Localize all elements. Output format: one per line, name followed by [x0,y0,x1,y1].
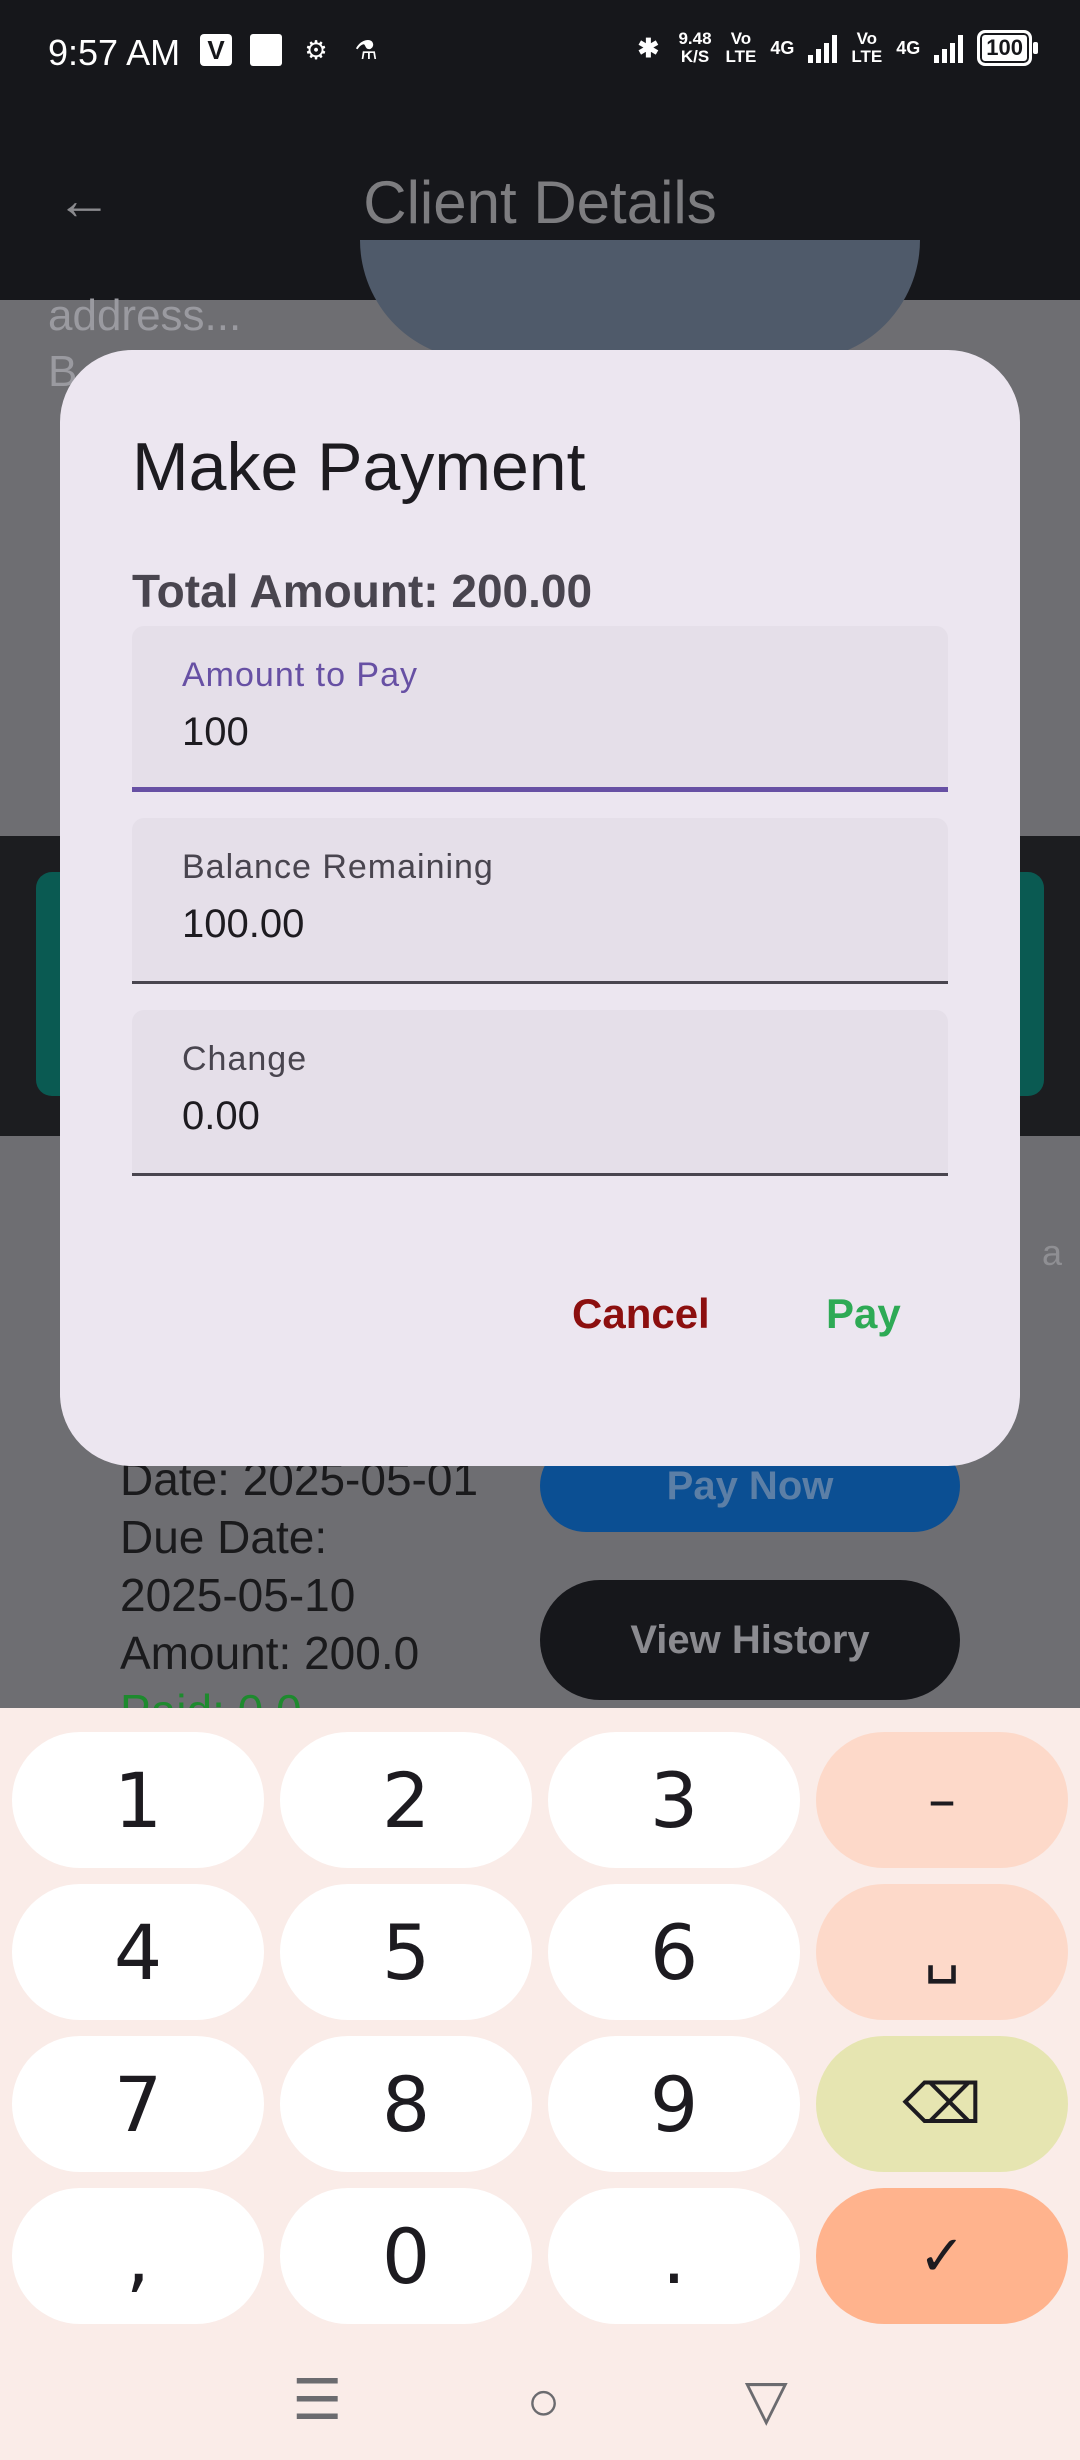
bluetooth-icon: ✱ [637,32,660,63]
system-navigation-bar: ☰ ○ ▽ [0,2340,1080,2460]
view-history-button[interactable]: View History [540,1580,960,1700]
key-7[interactable]: 7 [12,2036,264,2172]
status-time: 9:57 AM [48,32,181,73]
balance-remaining-label: Balance Remaining [182,848,494,886]
page-title: Client Details [363,169,717,236]
cancel-button[interactable]: Cancel [572,1290,710,1338]
net-speed-value: 9.48 [678,29,712,48]
back-triangle-icon[interactable]: ▽ [745,2367,788,2433]
home-icon[interactable]: ○ [527,2368,561,2433]
key-comma[interactable]: , [12,2188,264,2324]
balance-remaining-field[interactable]: Balance Remaining 100.00 [132,818,948,984]
background-decoration [360,240,920,360]
key-4[interactable]: 4 [12,1884,264,2020]
battery-icon: 100 [977,30,1038,66]
key-minus[interactable]: – [816,1732,1068,1868]
change-field[interactable]: Change 0.00 [132,1010,948,1176]
pay-button[interactable]: Pay [826,1290,901,1338]
key-1[interactable]: 1 [12,1732,264,1868]
key-5[interactable]: 5 [280,1884,532,2020]
network-type-1: 4G [770,37,795,58]
amount-to-pay-field[interactable]: Amount to Pay 100 [132,626,948,792]
volte-1: Vo LTE [726,30,757,66]
invoice-due-label: Due Date: [120,1511,328,1563]
total-amount: Total Amount: 200.00 [132,565,593,617]
vo-label-1: Vo [730,29,752,48]
background-side-text: a [1041,1232,1062,1273]
invoice-info: Date: 2025-05-01 Due Date: 2025-05-10 Am… [120,1450,478,1740]
status-bar: 9:57 AM V ⚙ ⚗ ✱ 9.48 K/S Vo LTE 4G Vo LT… [0,0,1080,108]
signal-icon-1 [808,33,838,63]
volte-2: Vo LTE [851,30,882,66]
recent-apps-icon[interactable]: ☰ [292,2367,342,2433]
key-3[interactable]: 3 [548,1732,800,1868]
lte-label-1: LTE [725,47,757,66]
settings-gear-icon: ⚙ [304,34,328,65]
make-payment-dialog: Make Payment Total Amount: 200.00 Amount… [60,350,1020,1466]
invoice-due-value: 2025-05-10 [120,1569,356,1621]
amount-to-pay-value[interactable]: 100 [182,710,249,755]
balance-remaining-value[interactable]: 100.00 [182,902,304,947]
status-right-icons: ✱ 9.48 K/S Vo LTE 4G Vo LTE 4G 100 [632,30,1038,66]
invoice-amount: Amount: 200.0 [120,1627,420,1679]
flask-icon: ⚗ [354,34,378,65]
key-period[interactable]: . [548,2188,800,2324]
net-speed-unit: K/S [680,47,710,66]
key-space[interactable]: ␣ [816,1884,1068,2020]
key-done[interactable]: ✓ [816,2188,1068,2324]
key-8[interactable]: 8 [280,2036,532,2172]
change-label: Change [182,1040,308,1078]
status-left-icons: V ⚙ ⚗ [200,34,382,66]
change-value[interactable]: 0.00 [182,1094,260,1139]
net-speed: 9.48 K/S [678,30,711,66]
dialog-title: Make Payment [132,429,586,505]
address-line-1: address... [48,291,242,340]
square-app-icon [250,34,282,66]
vo-label-2: Vo [856,29,878,48]
key-9[interactable]: 9 [548,2036,800,2172]
signal-icon-2 [934,33,964,63]
key-2[interactable]: 2 [280,1732,532,1868]
key-0[interactable]: 0 [280,2188,532,2324]
network-type-2: 4G [896,37,921,58]
key-backspace[interactable]: ⌫ [816,2036,1068,2172]
amount-to-pay-label: Amount to Pay [182,656,419,694]
key-6[interactable]: 6 [548,1884,800,2020]
lte-label-2: LTE [851,47,883,66]
v-app-icon: V [200,34,232,66]
